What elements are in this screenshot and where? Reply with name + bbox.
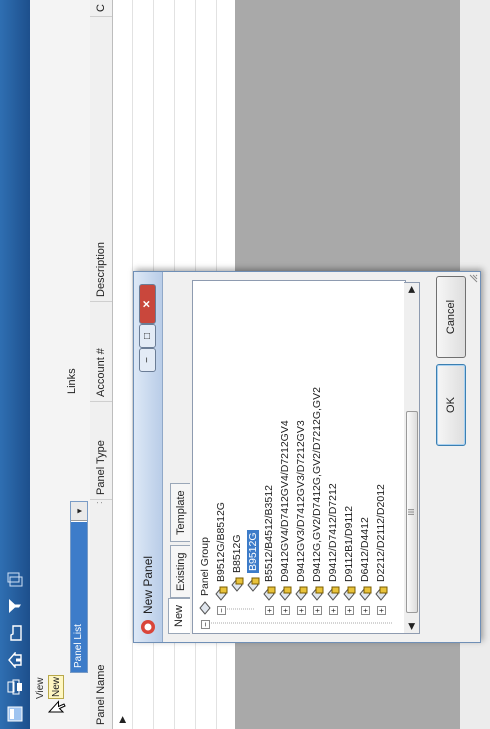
tree-node-label: D9412GV4/D7412GV4/D7212GV4 xyxy=(279,420,291,582)
tree-node-label: B5512/B4512/B3512 xyxy=(263,485,275,582)
tree-node-d9112b1[interactable]: + D9112B1/D9112 xyxy=(341,506,357,615)
column-description[interactable]: Description xyxy=(90,16,112,301)
tree-node-d9412[interactable]: + D9412/D7412/D7212 xyxy=(325,483,341,615)
expand-icon[interactable]: + xyxy=(296,606,306,615)
tree-node-b9512g[interactable]: B9512G xyxy=(245,530,261,593)
tree-node-label: B9512G/B8512G xyxy=(215,502,227,582)
tree-node-d9412gv4[interactable]: + D9412GV4/D7412GV4/D7212GV4 xyxy=(277,420,293,615)
tree-horizontal-scrollbar[interactable]: ◀ III ▶ xyxy=(404,282,420,634)
column-extra[interactable]: C xyxy=(90,0,112,16)
tab-template[interactable]: Template xyxy=(170,483,190,542)
tab-existing[interactable]: Existing xyxy=(170,545,190,598)
panel-icon xyxy=(295,586,308,601)
resize-grip-icon[interactable] xyxy=(468,274,478,284)
panel-icon xyxy=(247,577,260,592)
panel-icon xyxy=(231,577,244,592)
chevron-down-icon[interactable]: ▼ xyxy=(71,502,87,521)
table-row[interactable] xyxy=(112,0,133,729)
minimize-button[interactable]: − xyxy=(139,348,156,372)
scroll-left-icon[interactable]: ◀ xyxy=(406,623,417,630)
scroll-right-icon[interactable]: ▶ xyxy=(406,286,417,293)
tree-node-label: D9412GV3/D7412GV3/D7212GV3 xyxy=(295,420,307,582)
cancel-button[interactable]: Cancel xyxy=(436,276,466,358)
collapse-icon[interactable]: − xyxy=(216,606,226,615)
panel-list-dropdown[interactable]: Panel List ▼ xyxy=(70,501,88,673)
application-window: View New Panel List ▼ Links Panel Name :… xyxy=(0,0,490,729)
column-panel-type[interactable]: Panel Type xyxy=(90,401,112,499)
home-icon[interactable] xyxy=(6,651,24,669)
expand-icon[interactable]: + xyxy=(376,606,386,615)
links-label[interactable]: Links xyxy=(66,368,78,394)
main-toolbar xyxy=(0,0,30,729)
tree-node-d6412[interactable]: + D6412/D4412 xyxy=(357,517,373,615)
view-menu[interactable]: View xyxy=(35,678,46,700)
copy-icon[interactable] xyxy=(6,570,24,588)
expand-icon[interactable]: + xyxy=(312,606,322,615)
panel-icon xyxy=(359,586,372,601)
tree-node-label: D2212/D2112/D2012 xyxy=(375,484,387,582)
panel-icon xyxy=(343,586,356,601)
tree-node-panel-group[interactable]: − Panel Group xyxy=(197,537,213,629)
tree-node-d9412g-gv2[interactable]: + D9412G,GV2/D7412G,GV2/D7212G,GV2 xyxy=(309,387,325,615)
column-panel-name[interactable]: Panel Name xyxy=(90,499,112,729)
panel-icon xyxy=(375,586,388,601)
panel-icon xyxy=(311,586,324,601)
dialog-title: New Panel xyxy=(141,555,155,614)
expand-icon[interactable]: + xyxy=(328,606,338,615)
maximize-button[interactable]: □ xyxy=(139,324,156,348)
panel-icon xyxy=(279,586,292,601)
tree-node-b9512g-b8512g[interactable]: − B9512G/B8512G xyxy=(213,502,229,615)
tree-node-label: D9112B1/D9112 xyxy=(343,505,355,582)
panel-icon xyxy=(263,586,276,601)
panel-group-icon xyxy=(199,601,211,615)
tree-node-label: B8512G xyxy=(231,534,243,573)
view-label: View xyxy=(35,677,46,700)
tree-node-label: D6412/D4412 xyxy=(359,517,371,582)
folder-icon[interactable] xyxy=(6,624,24,642)
app-icon[interactable] xyxy=(6,705,24,723)
panel-list-value: Panel List xyxy=(71,522,87,672)
close-button[interactable]: ✕ xyxy=(139,284,156,324)
tree-node-label: Panel Group xyxy=(199,537,211,596)
tab-new[interactable]: New xyxy=(168,597,190,634)
header-area: View New Panel List ▼ Links xyxy=(30,0,91,729)
tree-node-label: D9412G,GV2/D7412G,GV2/D7212G,GV2 xyxy=(311,387,323,582)
tree-node-b5512[interactable]: + B5512/B4512/B3512 xyxy=(261,485,277,615)
panel-icon xyxy=(215,586,228,601)
sort-indicator: : xyxy=(94,501,104,504)
dialog-title-bar[interactable]: New Panel − □ ✕ xyxy=(134,272,163,642)
print-icon[interactable] xyxy=(6,678,24,696)
expand-icon[interactable]: + xyxy=(280,606,290,615)
current-row-indicator: ▶ xyxy=(117,716,127,723)
mouse-cursor-icon xyxy=(48,700,66,713)
tree-node-label: B9512G xyxy=(247,530,259,573)
panel-icon xyxy=(327,586,340,601)
collapse-icon[interactable]: − xyxy=(200,620,210,629)
expand-icon[interactable]: + xyxy=(264,606,274,615)
panel-type-tree[interactable]: − Panel Group − B9512G/B8512G B8512G B95… xyxy=(192,280,406,634)
new-panel-dialog: New Panel − □ ✕ New Existing Template − … xyxy=(133,271,481,643)
tree-node-label: D9412/D7412/D7212 xyxy=(327,483,339,582)
filter-icon[interactable] xyxy=(6,597,24,615)
dialog-app-icon xyxy=(141,620,155,634)
scroll-thumb[interactable]: III xyxy=(406,411,418,613)
expand-icon[interactable]: + xyxy=(344,606,354,615)
tree-node-d2212[interactable]: + D2212/D2112/D2012 xyxy=(373,484,389,615)
column-account-number[interactable]: Account # xyxy=(90,301,112,401)
new-view-button[interactable]: New xyxy=(48,675,64,699)
ok-button[interactable]: OK xyxy=(436,364,466,446)
panel-grid-header: Panel Name : Panel Type Account # Descri… xyxy=(90,0,113,729)
tree-node-d9412gv3[interactable]: + D9412GV3/D7412GV3/D7212GV3 xyxy=(293,420,309,615)
tree-node-b8512g[interactable]: B8512G xyxy=(229,534,245,593)
expand-icon[interactable]: + xyxy=(360,606,370,615)
